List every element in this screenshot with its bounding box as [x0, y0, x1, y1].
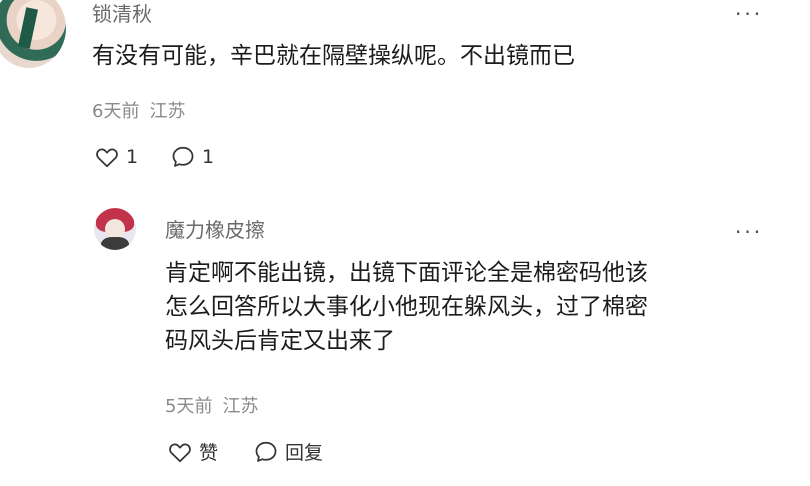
- reply-text-line: 码风头后肯定又出来了: [165, 328, 395, 354]
- comment-more-button[interactable]: ...: [735, 0, 763, 20]
- reply-text: 肯定啊不能出镜，出镜下面评论全是棉密码他该 怎么回答所以大事化小他现在躲风头，过…: [165, 256, 648, 358]
- reply-more-button[interactable]: ...: [735, 214, 763, 238]
- reply-label: 回复: [285, 442, 324, 464]
- reply-location: 江苏: [222, 396, 259, 417]
- like-label: 赞: [199, 442, 219, 464]
- reply-meta: 5天前 江苏: [165, 392, 258, 418]
- reply-reply-button[interactable]: 回复: [253, 438, 323, 465]
- reply-text-line: 肯定啊不能出镜，出镜下面评论全是棉密码他该: [165, 260, 648, 286]
- avatar-graphic: [17, 7, 39, 49]
- replier-username[interactable]: 魔力橡皮擦: [165, 214, 265, 243]
- comment-location: 江苏: [149, 101, 186, 122]
- avatar-face: [105, 219, 125, 239]
- comment-like-button[interactable]: 1: [94, 144, 138, 170]
- reply-time: 5天前: [165, 396, 213, 417]
- chat-bubble-icon: [172, 146, 194, 167]
- heart-outline-icon: [169, 443, 191, 462]
- reply-text-line: 怎么回答所以大事化小他现在躲风头，过了棉密: [165, 294, 648, 320]
- commenter-username[interactable]: 锁清秋: [92, 0, 152, 27]
- comment-reply-button[interactable]: 1: [170, 144, 214, 170]
- chat-bubble-icon: [255, 441, 277, 462]
- comment-time: 6天前: [92, 101, 140, 122]
- heart-outline-icon: [96, 148, 118, 168]
- replier-avatar[interactable]: [94, 208, 136, 250]
- commenter-avatar[interactable]: [0, 0, 66, 68]
- avatar-body: [101, 237, 129, 250]
- reply-like-button[interactable]: 赞: [167, 438, 218, 465]
- comment-text: 有没有可能，辛巴就在隔壁操纵呢。不出镜而已: [92, 43, 575, 69]
- reply-count: 1: [202, 146, 215, 168]
- comment-meta: 6天前 江苏: [92, 97, 185, 123]
- like-count: 1: [126, 146, 139, 168]
